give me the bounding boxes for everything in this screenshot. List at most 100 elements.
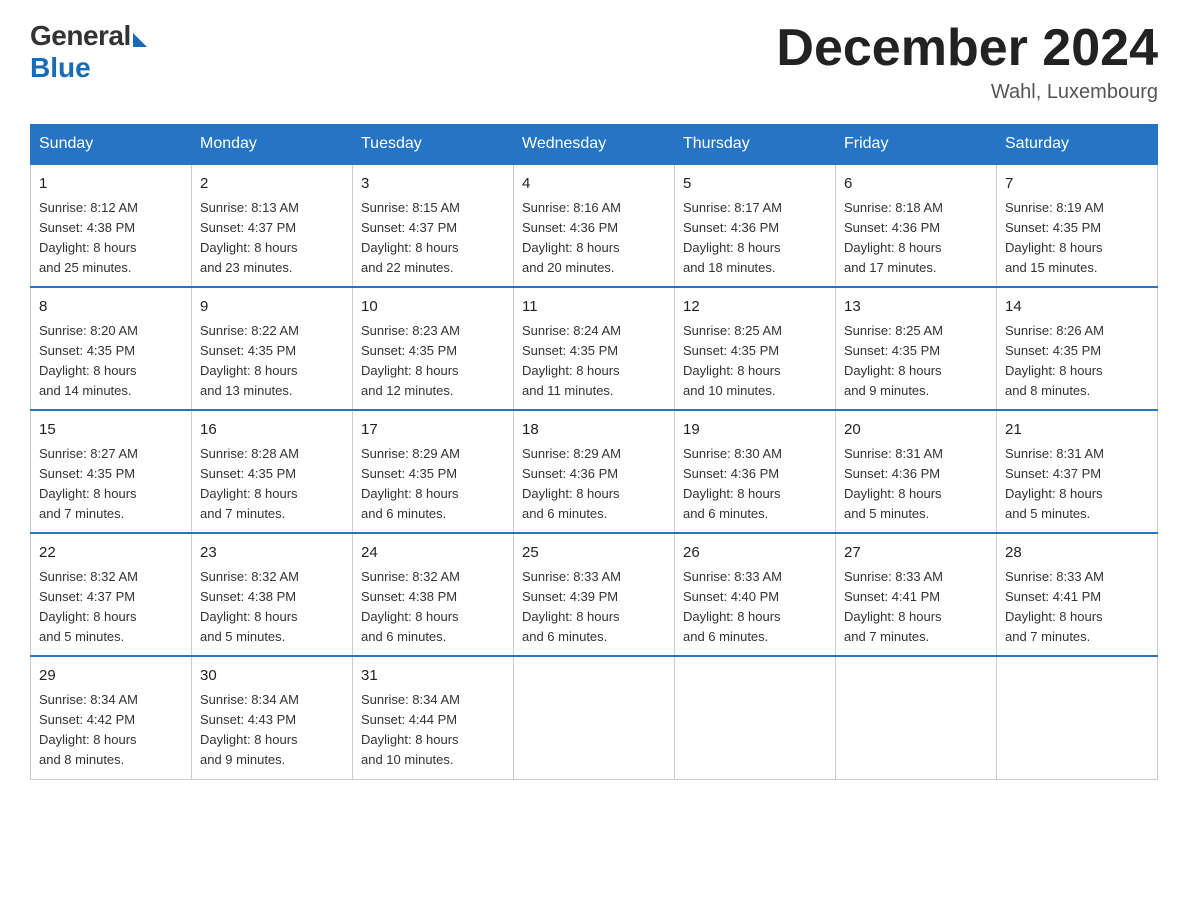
- calendar-cell: 14Sunrise: 8:26 AM Sunset: 4:35 PM Dayli…: [997, 287, 1158, 410]
- day-number: 18: [522, 419, 666, 442]
- day-sun-info: Sunrise: 8:32 AM Sunset: 4:38 PM Dayligh…: [200, 567, 344, 648]
- calendar-cell: 11Sunrise: 8:24 AM Sunset: 4:35 PM Dayli…: [514, 287, 675, 410]
- calendar-cell: 29Sunrise: 8:34 AM Sunset: 4:42 PM Dayli…: [31, 656, 192, 779]
- day-sun-info: Sunrise: 8:27 AM Sunset: 4:35 PM Dayligh…: [39, 444, 183, 525]
- day-sun-info: Sunrise: 8:17 AM Sunset: 4:36 PM Dayligh…: [683, 198, 827, 279]
- day-sun-info: Sunrise: 8:29 AM Sunset: 4:35 PM Dayligh…: [361, 444, 505, 525]
- day-number: 4: [522, 173, 666, 196]
- day-number: 14: [1005, 296, 1149, 319]
- day-number: 24: [361, 542, 505, 565]
- day-sun-info: Sunrise: 8:13 AM Sunset: 4:37 PM Dayligh…: [200, 198, 344, 279]
- day-sun-info: Sunrise: 8:25 AM Sunset: 4:35 PM Dayligh…: [844, 321, 988, 402]
- logo-arrow-icon: [133, 33, 147, 47]
- day-sun-info: Sunrise: 8:23 AM Sunset: 4:35 PM Dayligh…: [361, 321, 505, 402]
- day-of-week-header: Thursday: [675, 125, 836, 165]
- logo-general-text: General: [30, 20, 131, 52]
- day-number: 25: [522, 542, 666, 565]
- calendar-cell: 12Sunrise: 8:25 AM Sunset: 4:35 PM Dayli…: [675, 287, 836, 410]
- day-number: 29: [39, 665, 183, 688]
- day-number: 17: [361, 419, 505, 442]
- day-sun-info: Sunrise: 8:15 AM Sunset: 4:37 PM Dayligh…: [361, 198, 505, 279]
- calendar-cell: 3Sunrise: 8:15 AM Sunset: 4:37 PM Daylig…: [353, 164, 514, 287]
- calendar-cell: 9Sunrise: 8:22 AM Sunset: 4:35 PM Daylig…: [192, 287, 353, 410]
- calendar-cell: 2Sunrise: 8:13 AM Sunset: 4:37 PM Daylig…: [192, 164, 353, 287]
- calendar-cell: 6Sunrise: 8:18 AM Sunset: 4:36 PM Daylig…: [836, 164, 997, 287]
- calendar-cell: 25Sunrise: 8:33 AM Sunset: 4:39 PM Dayli…: [514, 533, 675, 656]
- calendar-week-row: 8Sunrise: 8:20 AM Sunset: 4:35 PM Daylig…: [31, 287, 1158, 410]
- day-number: 23: [200, 542, 344, 565]
- day-number: 12: [683, 296, 827, 319]
- calendar-table: SundayMondayTuesdayWednesdayThursdayFrid…: [30, 124, 1158, 779]
- calendar-cell: 13Sunrise: 8:25 AM Sunset: 4:35 PM Dayli…: [836, 287, 997, 410]
- day-of-week-header: Saturday: [997, 125, 1158, 165]
- day-sun-info: Sunrise: 8:31 AM Sunset: 4:37 PM Dayligh…: [1005, 444, 1149, 525]
- day-sun-info: Sunrise: 8:33 AM Sunset: 4:41 PM Dayligh…: [1005, 567, 1149, 648]
- calendar-week-row: 1Sunrise: 8:12 AM Sunset: 4:38 PM Daylig…: [31, 164, 1158, 287]
- day-sun-info: Sunrise: 8:29 AM Sunset: 4:36 PM Dayligh…: [522, 444, 666, 525]
- day-sun-info: Sunrise: 8:18 AM Sunset: 4:36 PM Dayligh…: [844, 198, 988, 279]
- day-of-week-header: Friday: [836, 125, 997, 165]
- day-number: 31: [361, 665, 505, 688]
- day-number: 13: [844, 296, 988, 319]
- calendar-cell: 15Sunrise: 8:27 AM Sunset: 4:35 PM Dayli…: [31, 410, 192, 533]
- calendar-week-row: 29Sunrise: 8:34 AM Sunset: 4:42 PM Dayli…: [31, 656, 1158, 779]
- calendar-cell: 26Sunrise: 8:33 AM Sunset: 4:40 PM Dayli…: [675, 533, 836, 656]
- day-number: 7: [1005, 173, 1149, 196]
- day-of-week-header: Wednesday: [514, 125, 675, 165]
- day-sun-info: Sunrise: 8:34 AM Sunset: 4:42 PM Dayligh…: [39, 690, 183, 771]
- calendar-cell: [997, 656, 1158, 779]
- day-number: 30: [200, 665, 344, 688]
- month-title: December 2024: [776, 20, 1158, 77]
- calendar-cell: 23Sunrise: 8:32 AM Sunset: 4:38 PM Dayli…: [192, 533, 353, 656]
- day-number: 1: [39, 173, 183, 196]
- calendar-cell: 24Sunrise: 8:32 AM Sunset: 4:38 PM Dayli…: [353, 533, 514, 656]
- calendar-cell: 16Sunrise: 8:28 AM Sunset: 4:35 PM Dayli…: [192, 410, 353, 533]
- calendar-cell: [836, 656, 997, 779]
- calendar-cell: 8Sunrise: 8:20 AM Sunset: 4:35 PM Daylig…: [31, 287, 192, 410]
- day-number: 10: [361, 296, 505, 319]
- day-sun-info: Sunrise: 8:33 AM Sunset: 4:39 PM Dayligh…: [522, 567, 666, 648]
- calendar-cell: 19Sunrise: 8:30 AM Sunset: 4:36 PM Dayli…: [675, 410, 836, 533]
- day-sun-info: Sunrise: 8:33 AM Sunset: 4:40 PM Dayligh…: [683, 567, 827, 648]
- calendar-header-row: SundayMondayTuesdayWednesdayThursdayFrid…: [31, 125, 1158, 165]
- day-sun-info: Sunrise: 8:20 AM Sunset: 4:35 PM Dayligh…: [39, 321, 183, 402]
- day-sun-info: Sunrise: 8:32 AM Sunset: 4:37 PM Dayligh…: [39, 567, 183, 648]
- day-of-week-header: Tuesday: [353, 125, 514, 165]
- day-sun-info: Sunrise: 8:32 AM Sunset: 4:38 PM Dayligh…: [361, 567, 505, 648]
- calendar-cell: 28Sunrise: 8:33 AM Sunset: 4:41 PM Dayli…: [997, 533, 1158, 656]
- day-sun-info: Sunrise: 8:33 AM Sunset: 4:41 PM Dayligh…: [844, 567, 988, 648]
- calendar-cell: 7Sunrise: 8:19 AM Sunset: 4:35 PM Daylig…: [997, 164, 1158, 287]
- day-sun-info: Sunrise: 8:19 AM Sunset: 4:35 PM Dayligh…: [1005, 198, 1149, 279]
- day-sun-info: Sunrise: 8:12 AM Sunset: 4:38 PM Dayligh…: [39, 198, 183, 279]
- calendar-cell: [675, 656, 836, 779]
- calendar-cell: 31Sunrise: 8:34 AM Sunset: 4:44 PM Dayli…: [353, 656, 514, 779]
- day-number: 5: [683, 173, 827, 196]
- day-number: 11: [522, 296, 666, 319]
- day-number: 28: [1005, 542, 1149, 565]
- day-number: 19: [683, 419, 827, 442]
- calendar-week-row: 15Sunrise: 8:27 AM Sunset: 4:35 PM Dayli…: [31, 410, 1158, 533]
- calendar-cell: 21Sunrise: 8:31 AM Sunset: 4:37 PM Dayli…: [997, 410, 1158, 533]
- calendar-cell: 20Sunrise: 8:31 AM Sunset: 4:36 PM Dayli…: [836, 410, 997, 533]
- day-sun-info: Sunrise: 8:30 AM Sunset: 4:36 PM Dayligh…: [683, 444, 827, 525]
- calendar-cell: 1Sunrise: 8:12 AM Sunset: 4:38 PM Daylig…: [31, 164, 192, 287]
- day-number: 26: [683, 542, 827, 565]
- day-of-week-header: Sunday: [31, 125, 192, 165]
- day-number: 22: [39, 542, 183, 565]
- calendar-cell: 17Sunrise: 8:29 AM Sunset: 4:35 PM Dayli…: [353, 410, 514, 533]
- day-sun-info: Sunrise: 8:31 AM Sunset: 4:36 PM Dayligh…: [844, 444, 988, 525]
- day-sun-info: Sunrise: 8:28 AM Sunset: 4:35 PM Dayligh…: [200, 444, 344, 525]
- calendar-cell: [514, 656, 675, 779]
- day-number: 6: [844, 173, 988, 196]
- day-number: 27: [844, 542, 988, 565]
- calendar-cell: 27Sunrise: 8:33 AM Sunset: 4:41 PM Dayli…: [836, 533, 997, 656]
- day-number: 21: [1005, 419, 1149, 442]
- title-section: December 2024 Wahl, Luxembourg: [776, 20, 1158, 104]
- day-number: 2: [200, 173, 344, 196]
- day-number: 3: [361, 173, 505, 196]
- logo: General Blue: [30, 20, 147, 84]
- day-number: 8: [39, 296, 183, 319]
- page-header: General Blue December 2024 Wahl, Luxembo…: [30, 20, 1158, 104]
- logo-blue-text: Blue: [30, 52, 91, 84]
- calendar-cell: 10Sunrise: 8:23 AM Sunset: 4:35 PM Dayli…: [353, 287, 514, 410]
